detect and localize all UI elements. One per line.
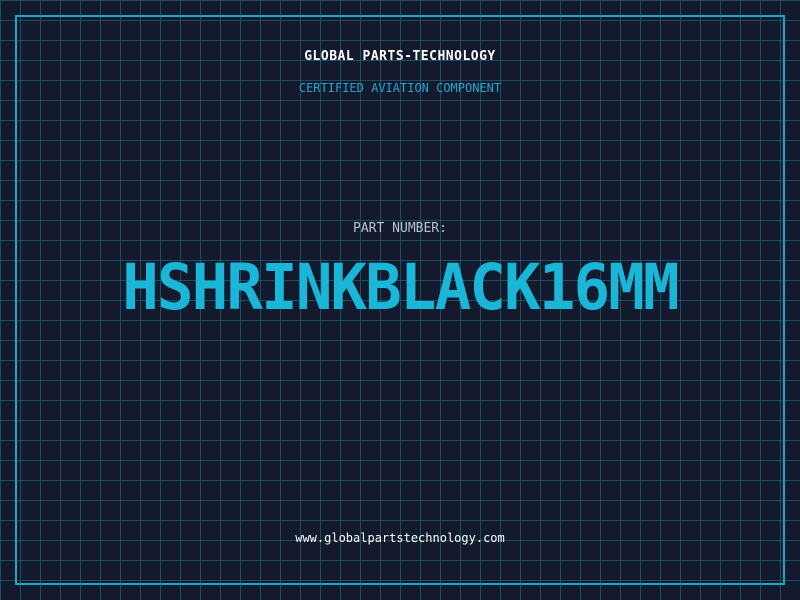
part-number-label: PART NUMBER: [353, 221, 447, 236]
company-name: GLOBAL PARTS-TECHNOLOGY [304, 49, 496, 64]
part-label-card: GLOBAL PARTS-TECHNOLOGY CERTIFIED AVIATI… [0, 0, 800, 600]
certification-subtitle: CERTIFIED AVIATION COMPONENT [298, 81, 502, 95]
website-url: www.globalpartstechnology.com [295, 531, 505, 545]
part-number-value: HSHRINKBLACK16MM [122, 250, 679, 325]
